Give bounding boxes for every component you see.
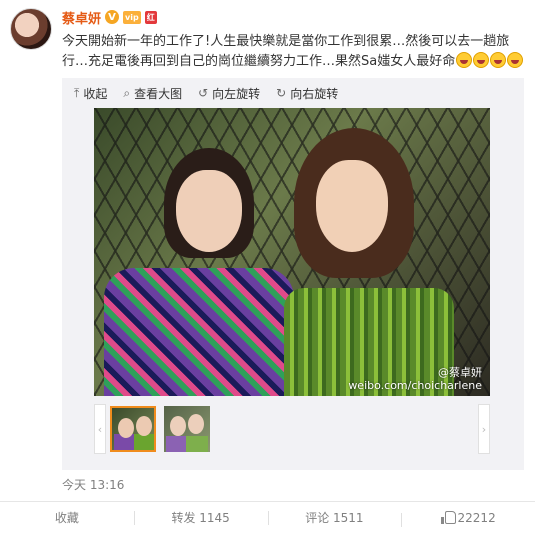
comment-button[interactable]: 评论 1511 [267, 509, 402, 526]
author-name[interactable]: 蔡卓妍 [62, 8, 101, 27]
grin-emoji-icon [507, 52, 524, 68]
rotate-left-icon: ↺ [198, 86, 209, 100]
grin-emoji-icon [456, 52, 473, 68]
vip-badge-icon[interactable]: vip [123, 10, 141, 24]
author-row: 蔡卓妍 V vip 红 [62, 8, 157, 27]
view-large-label: 查看大图 [134, 86, 183, 101]
thumbnail-prev-button[interactable]: ‹ [94, 404, 106, 454]
collapse-button[interactable]: ⤒ 收起 [74, 84, 107, 102]
thumbnail-next-button[interactable]: › [478, 404, 490, 454]
thumbnail-strip: ‹ › [94, 404, 490, 454]
post-body: 今天開始新一年的工作了!人生最快樂就是當你工作到很累…然後可以去一趟旅行…充足電… [62, 34, 510, 69]
media-toolbar: ⤒ 收起 ⌕ 查看大图 ↺ 向左旋转 ↻ 向右旋转 [74, 84, 338, 102]
action-bar: 收藏 转发 1145 评论 1511 22212 [0, 501, 535, 533]
favorite-button[interactable]: 收藏 [0, 509, 134, 526]
like-button[interactable]: 22212 [401, 510, 535, 527]
collapse-icon: ⤒ [74, 85, 80, 100]
repost-button[interactable]: 转发 1145 [133, 509, 268, 526]
verified-badge-icon[interactable]: V [105, 10, 120, 24]
view-large-button[interactable]: ⌕ 查看大图 [123, 84, 182, 102]
post-text: 今天開始新一年的工作了!人生最快樂就是當你工作到很累…然後可以去一趟旅行…充足電… [62, 32, 524, 72]
like-icon [440, 510, 456, 524]
watermark-handle: @蔡卓妍 [438, 366, 482, 379]
collapse-label: 收起 [83, 86, 108, 101]
comment-label: 评论 1511 [305, 511, 364, 525]
photo-watermark: @蔡卓妍 weibo.com/choicharlene [348, 366, 482, 392]
chevron-right-icon: › [481, 422, 487, 436]
thumbnail-2[interactable] [164, 406, 210, 452]
like-count: 22212 [457, 510, 496, 525]
rotate-right-button[interactable]: ↻ 向右旋转 [276, 84, 338, 102]
rotate-left-label: 向左旋转 [212, 86, 261, 101]
watermark-url: weibo.com/choicharlene [348, 379, 482, 392]
grin-emoji-icon [490, 52, 507, 68]
post-timestamp[interactable]: 今天 13:16 [62, 476, 124, 493]
repost-label: 转发 1145 [171, 511, 230, 525]
grin-emoji-icon [473, 52, 490, 68]
author-avatar[interactable] [10, 8, 52, 50]
rotate-left-button[interactable]: ↺ 向左旋转 [198, 84, 260, 102]
rotate-right-label: 向右旋转 [290, 86, 339, 101]
main-photo[interactable]: @蔡卓妍 weibo.com/choicharlene [94, 108, 490, 396]
favorite-label: 收藏 [54, 511, 79, 525]
chevron-left-icon: ‹ [97, 422, 103, 436]
media-viewer: ⤒ 收起 ⌕ 查看大图 ↺ 向左旋转 ↻ 向右旋转 @蔡卓妍 weibo.com… [62, 78, 524, 470]
red-envelope-badge-icon[interactable]: 红 [144, 10, 157, 24]
photo-person-right [254, 128, 484, 396]
rotate-right-icon: ↻ [276, 86, 287, 100]
thumbnail-1[interactable] [110, 406, 156, 452]
zoom-icon: ⌕ [123, 85, 131, 100]
